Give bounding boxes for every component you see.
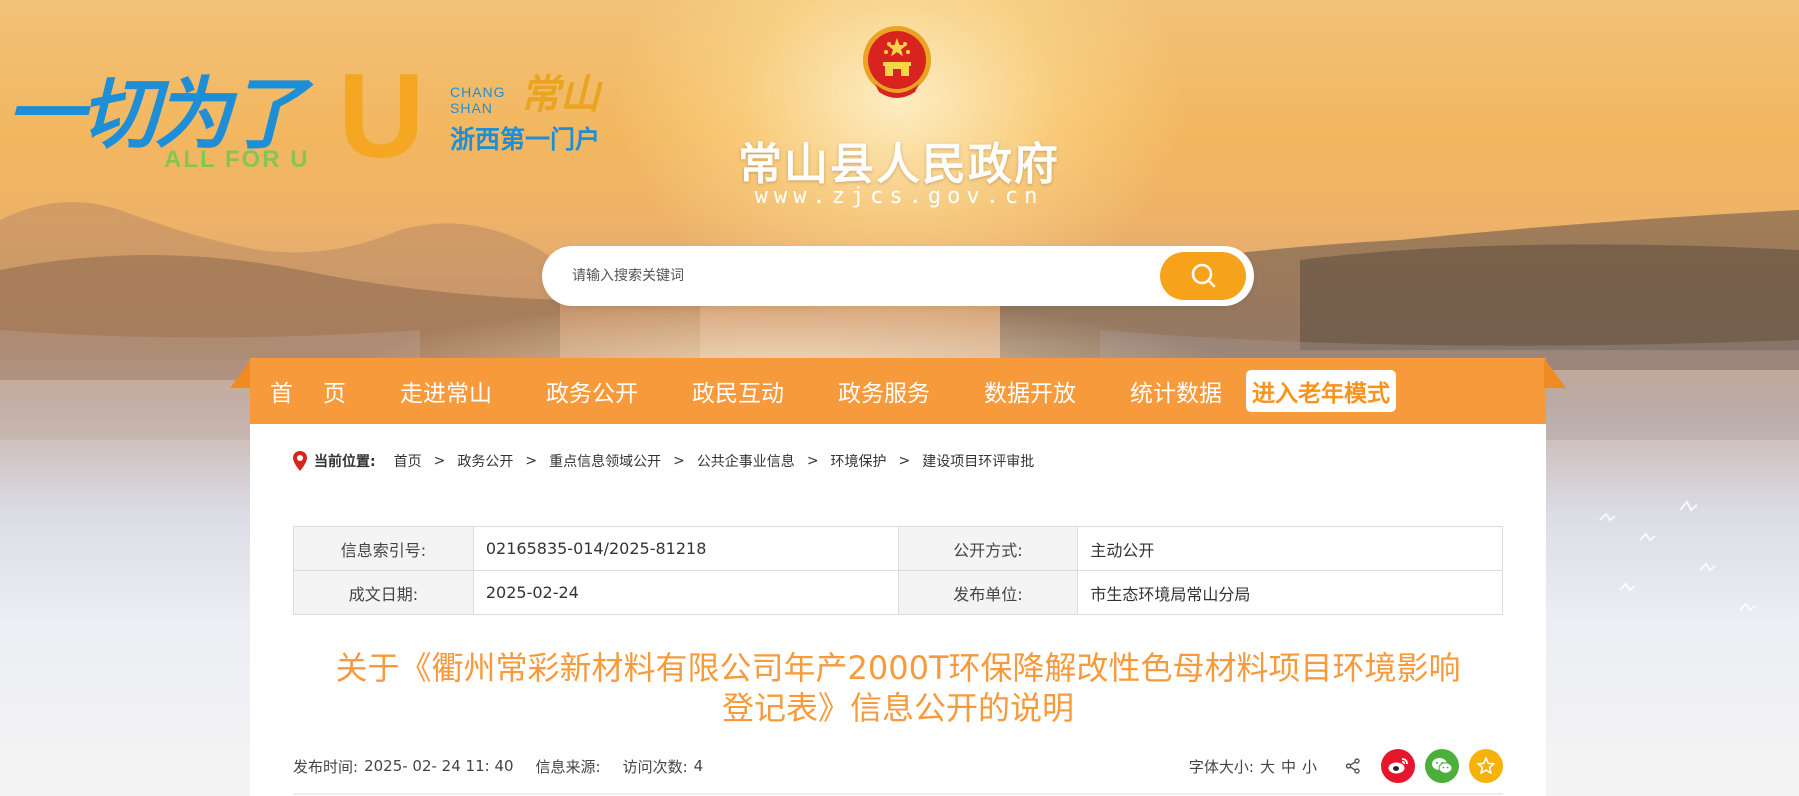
favorite-button[interactable] xyxy=(1469,749,1503,783)
info-meta-table: 信息索引号: 02165835-014/2025-81218 公开方式: 主动公… xyxy=(293,526,1503,615)
nav-item-services[interactable]: 政务服务 xyxy=(838,374,930,408)
divider xyxy=(293,793,1503,795)
star-icon xyxy=(1477,757,1495,775)
article-tools: 字体大小: 大 中 小 xyxy=(1189,749,1503,783)
wechat-icon xyxy=(1432,758,1453,774)
publish-value: 2025- 02- 24 11: 40 xyxy=(364,757,514,775)
breadcrumb-separator: > xyxy=(433,453,446,469)
nav-tab-corner-right xyxy=(1544,358,1566,388)
weibo-icon xyxy=(1388,758,1408,774)
search-icon xyxy=(1191,263,1216,288)
breadcrumb-gov-affairs[interactable]: 政务公开 xyxy=(457,451,513,471)
method-value: 主动公开 xyxy=(1077,526,1503,571)
font-size-medium-button[interactable]: 中 xyxy=(1281,756,1296,777)
slogan-english: ALL FOR U xyxy=(164,146,310,173)
breadcrumb-separator: > xyxy=(898,453,911,469)
changshan-logo: CHANG SHAN 常山 浙西第一门户 xyxy=(450,62,630,162)
font-size-large-button[interactable]: 大 xyxy=(1260,756,1275,777)
method-label: 公开方式: xyxy=(897,526,1079,571)
font-size-small-button[interactable]: 小 xyxy=(1302,756,1317,777)
breadcrumb-separator: > xyxy=(806,453,819,469)
date-value: 2025-02-24 xyxy=(472,570,899,615)
breadcrumb: 当前位置: 首页 > 政务公开 > 重点信息领域公开 > 公共企事业信息 > 环… xyxy=(292,450,1034,472)
breadcrumb-separator: > xyxy=(673,453,685,469)
table-row: 信息索引号: 02165835-014/2025-81218 公开方式: 主动公… xyxy=(293,526,1503,571)
index-value: 02165835-014/2025-81218 xyxy=(472,526,899,571)
changshan-english: CHANG SHAN xyxy=(450,84,506,116)
nav-item-open-data[interactable]: 数据开放 xyxy=(984,374,1076,408)
article-info-row: 发布时间: 2025- 02- 24 11: 40 信息来源: 访问次数: 4 … xyxy=(293,744,1503,788)
national-emblem-icon xyxy=(863,26,931,98)
breadcrumb-key-areas[interactable]: 重点信息领域公开 xyxy=(549,451,661,471)
unit-label: 发布单位: xyxy=(897,570,1079,615)
elder-mode-button[interactable]: 进入老年模式 xyxy=(1246,370,1396,412)
visits-value: 4 xyxy=(693,757,704,775)
nav-item-home[interactable]: 首页 xyxy=(270,374,376,408)
table-row: 成文日期: 2025-02-24 发布单位: 市生态环境局常山分局 xyxy=(293,570,1503,615)
birds-decoration xyxy=(1599,500,1756,612)
index-label: 信息索引号: xyxy=(293,526,474,571)
main-nav: 首页 走进常山 政务公开 政民互动 政务服务 数据开放 统计数据 进入老年模式 xyxy=(250,358,1546,424)
slogan-u: U xyxy=(338,49,425,183)
share-icon[interactable] xyxy=(1345,758,1361,774)
nav-item-gov-affairs[interactable]: 政务公开 xyxy=(546,374,638,408)
article-title: 关于《衢州常彩新材料有限公司年产2000T环保降解改性色母材料项目环境影响 登记… xyxy=(293,648,1503,728)
nav-tab-corner-left xyxy=(230,358,252,388)
date-label: 成文日期: xyxy=(293,570,474,615)
slogan-logo: 一切为了 U ALL FOR U xyxy=(6,44,426,176)
nav-item-about[interactable]: 走进常山 xyxy=(400,374,492,408)
article-info-left: 发布时间: 2025- 02- 24 11: 40 信息来源: 访问次数: 4 xyxy=(293,756,709,777)
site-title: 常山县人民政府 xyxy=(738,139,1060,190)
search-bar xyxy=(542,246,1254,306)
site-url: www.zjcs.gov.cn xyxy=(754,184,1044,209)
font-size-label: 字体大小: xyxy=(1188,757,1254,776)
main-nav-wrapper: 首页 走进常山 政务公开 政民互动 政务服务 数据开放 统计数据 进入老年模式 xyxy=(230,358,1566,424)
breadcrumb-environment[interactable]: 环境保护 xyxy=(831,451,887,471)
breadcrumb-eia-approval[interactable]: 建设项目环评审批 xyxy=(922,451,1034,471)
publish-label: 发布时间: xyxy=(293,757,359,776)
article-title-line-2: 登记表》信息公开的说明 xyxy=(721,689,1074,727)
gate-slogan: 浙西第一门户 xyxy=(450,125,601,154)
search-button[interactable] xyxy=(1160,252,1246,300)
changshan-script: 常山 xyxy=(520,71,600,118)
nav-item-statistics[interactable]: 统计数据 xyxy=(1130,374,1222,408)
unit-value: 市生态环境局常山分局 xyxy=(1077,570,1503,615)
breadcrumb-separator: > xyxy=(525,453,538,469)
breadcrumb-home[interactable]: 首页 xyxy=(394,451,422,471)
weibo-share-button[interactable] xyxy=(1381,749,1415,783)
breadcrumb-label: 当前位置: xyxy=(314,454,376,470)
breadcrumb-public-enterprise[interactable]: 公共企事业信息 xyxy=(697,451,795,471)
nav-item-interaction[interactable]: 政民互动 xyxy=(692,374,784,408)
location-pin-icon xyxy=(293,451,307,471)
source-label: 信息来源: xyxy=(535,757,601,776)
article-title-line-1: 关于《衢州常彩新材料有限公司年产2000T环保降解改性色母材料项目环境影响 xyxy=(335,649,1461,687)
search-input[interactable] xyxy=(572,260,1132,292)
visits-label: 访问次数: xyxy=(622,757,688,776)
content-panel: 当前位置: 首页 > 政务公开 > 重点信息领域公开 > 公共企事业信息 > 环… xyxy=(250,424,1546,796)
wechat-share-button[interactable] xyxy=(1425,749,1459,783)
